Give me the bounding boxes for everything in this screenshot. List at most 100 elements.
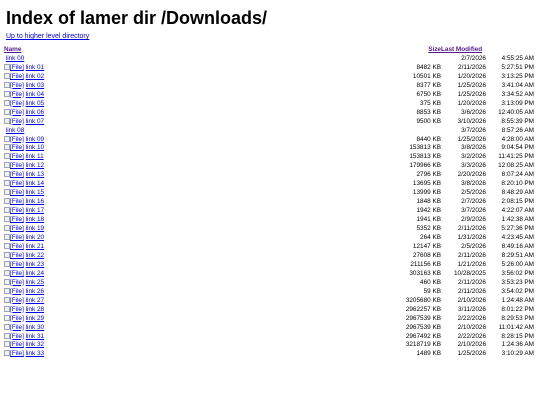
file-link[interactable]: link 12 <box>26 162 44 169</box>
cell-name: [File] link 17 <box>4 207 274 216</box>
file-link[interactable]: link 21 <box>26 243 44 250</box>
cell-time: 4:23:45 AM <box>501 234 534 242</box>
cell-time: 12:08:25 AM <box>498 162 534 170</box>
file-link[interactable]: link 07 <box>26 118 44 125</box>
table-row: [File] link 14 13695 KB 3/8/2026 8:20:10 PM <box>4 180 534 189</box>
table-row: [File] link 22 27608 KB 2/11/2026 8:29:51 A… <box>4 251 534 261</box>
sort-by-size-link[interactable]: Size <box>428 46 441 53</box>
cell-size: 179966 KB <box>409 162 441 170</box>
file-icon-alt-text: [File] <box>10 225 24 233</box>
file-icon-alt-text: [File] <box>10 287 24 295</box>
table-row: [File] link 27 3205680 KB 2/10/2026 1:24:48… <box>4 296 534 306</box>
file-icon-alt-text: [File] <box>10 171 24 179</box>
cell-time: 3:41:04 AM <box>501 81 534 89</box>
table-row: [File] link 09 8440 KB 1/25/2026 4:28:00 AM <box>4 135 534 145</box>
sort-by-name-link[interactable]: Name <box>4 46 21 53</box>
cell-date: 3/2/2026 <box>461 153 486 161</box>
file-link[interactable]: link 18 <box>26 216 44 223</box>
cell-name: [File] link 11 <box>4 153 274 162</box>
file-link[interactable]: link 22 <box>26 252 44 259</box>
file-link[interactable]: link 32 <box>26 341 44 348</box>
cell-name: [File] link 25 <box>4 278 274 288</box>
cell-name: [File] link 02 <box>4 72 274 82</box>
cell-time: 8:01:22 PM <box>501 305 534 313</box>
table-row: [File] link 11 153813 KB 3/2/2026 11:41:25 … <box>4 153 534 162</box>
file-link[interactable]: link 33 <box>26 350 44 357</box>
file-link[interactable]: link 24 <box>26 270 44 277</box>
cell-size: 2967492 KB <box>405 332 441 340</box>
file-link[interactable]: link 27 <box>26 297 44 304</box>
file-link[interactable]: link 29 <box>26 315 44 322</box>
file-link[interactable]: link 31 <box>26 333 44 340</box>
cell-date: 2/11/2026 <box>458 63 486 71</box>
file-link[interactable]: link 06 <box>26 109 44 116</box>
file-link[interactable]: link 11 <box>26 153 44 160</box>
file-link[interactable]: link 14 <box>26 180 44 187</box>
cell-name: [File] link 21 <box>4 242 274 252</box>
cell-time: 3:54:02 PM <box>501 287 534 295</box>
file-link[interactable]: link 16 <box>26 198 44 205</box>
table-row: [File] link 03 8377 KB 1/25/2026 3:41:04 AM <box>4 81 534 91</box>
file-link[interactable]: link 28 <box>26 306 44 313</box>
file-link[interactable]: link 23 <box>26 261 44 268</box>
file-link[interactable]: link 26 <box>26 288 44 295</box>
file-link[interactable]: link 04 <box>26 91 44 98</box>
file-link[interactable]: link 15 <box>26 189 44 196</box>
cell-date: 2/11/2026 <box>458 278 486 286</box>
sort-by-modified-link[interactable]: Last Modified <box>441 46 482 53</box>
cell-date: 2/7/2026 <box>461 54 486 62</box>
table-row: [File] link 04 6750 KB 1/25/2026 3:34:52 AM <box>4 90 534 100</box>
cell-name: [File] link 14 <box>4 180 274 189</box>
cell-name: [File] link 23 <box>4 260 274 270</box>
table-row: [File] link 12 179966 KB 3/3/2026 12:08:25 … <box>4 162 534 171</box>
file-link[interactable]: link 19 <box>26 225 44 232</box>
cell-name: [File] link 18 <box>4 216 274 225</box>
file-link[interactable]: link 10 <box>26 144 44 151</box>
cell-date: 1/20/2026 <box>457 99 486 107</box>
cell-name: [File] link 13 <box>4 171 274 180</box>
file-icon-alt-text: [File] <box>10 242 24 250</box>
folder-link[interactable]: link 08 <box>6 127 24 134</box>
file-link[interactable]: link 05 <box>26 100 44 107</box>
cell-time: 8:57:26 AM <box>501 126 534 134</box>
cell-name: [File] link 29 <box>4 314 274 324</box>
cell-time: 3:13:09 PM <box>501 99 534 107</box>
cell-name: [File] link 05 <box>4 99 274 109</box>
cell-size: 2967539 KB <box>405 323 441 331</box>
table-row: [File] link 15 13999 KB 2/5/2026 8:48:29 AM <box>4 189 534 198</box>
file-link[interactable]: link 03 <box>26 82 44 89</box>
file-icon-alt-text: [File] <box>10 162 24 170</box>
cell-date: 1/25/2026 <box>457 81 486 89</box>
file-icon-alt-text: [File] <box>10 269 24 277</box>
cell-time: 8:29:53 PM <box>501 314 534 322</box>
cell-size: 460 KB <box>420 278 441 286</box>
cell-date: 2/11/2026 <box>458 251 486 259</box>
file-link[interactable]: link 01 <box>26 64 44 71</box>
file-link[interactable]: link 30 <box>26 324 44 331</box>
file-link[interactable]: link 17 <box>26 207 44 214</box>
cell-size: 8377 KB <box>416 81 441 89</box>
cell-size: 13695 KB <box>412 180 441 188</box>
file-link[interactable]: link 25 <box>26 279 44 286</box>
cell-size: 211156 KB <box>410 260 441 268</box>
file-link[interactable]: link 13 <box>26 171 44 178</box>
cell-time: 11:01:42 AM <box>498 323 534 331</box>
up-level-link[interactable]: Up to higher level directory <box>6 33 89 40</box>
listing-body: link 00 2/7/2026 4:55:25 AM [File] link 01 8… <box>4 55 534 359</box>
cell-time: 4:22:07 AM <box>501 207 534 215</box>
cell-size: 1942 KB <box>416 207 441 215</box>
cell-date: 3/8/2026 <box>461 144 486 152</box>
header-row: Name Size Last Modified <box>4 46 534 55</box>
cell-name: [File] link 19 <box>4 225 274 234</box>
file-link[interactable]: link 02 <box>26 73 44 80</box>
cell-date: 1/21/2026 <box>457 260 486 268</box>
cell-time: 8:49:16 AM <box>501 242 534 250</box>
file-link[interactable]: link 09 <box>26 136 44 143</box>
cell-date: 2/10/2026 <box>457 341 486 349</box>
folder-link[interactable]: link 00 <box>6 55 24 62</box>
file-icon-alt-text: [File] <box>10 260 24 268</box>
cell-time: 3:13:25 PM <box>501 72 534 80</box>
file-link[interactable]: link 20 <box>26 234 44 241</box>
cell-size: 8482 KB <box>416 63 441 71</box>
cell-size: 2796 KB <box>416 171 441 179</box>
